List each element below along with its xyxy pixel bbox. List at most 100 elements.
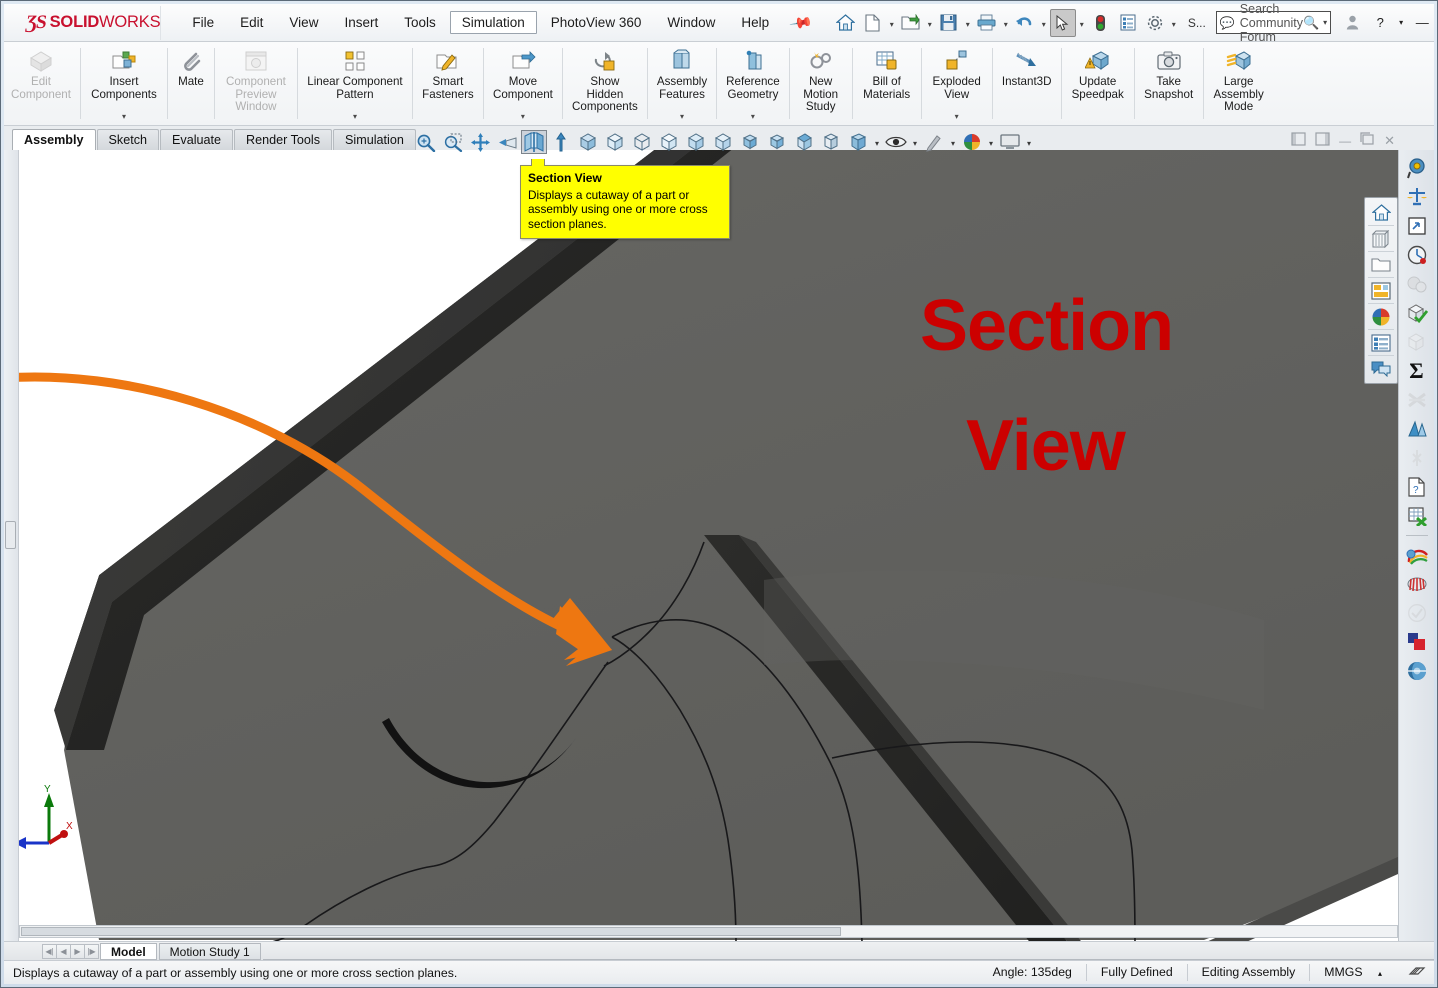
edit-appearance-dropdown-caret[interactable]: ▾: [948, 130, 958, 154]
custom-properties-icon[interactable]: [1368, 330, 1394, 356]
menu-item-window[interactable]: Window: [655, 11, 727, 34]
edit-component-button[interactable]: Edit Component: [4, 42, 78, 125]
assembly-visualization-icon[interactable]: [1404, 271, 1430, 297]
rebuild-status-icon[interactable]: [1088, 9, 1114, 37]
zoom-to-area-icon[interactable]: [440, 130, 466, 154]
nav-next-button[interactable]: ▶: [70, 943, 85, 959]
zoom-to-fit-icon[interactable]: [413, 130, 439, 154]
show-hidden-components-button[interactable]: Show Hidden Components: [565, 42, 645, 125]
3d-model-viewport[interactable]: [4, 150, 1434, 941]
curvature-icon[interactable]: [1404, 387, 1430, 413]
settings-gear-icon[interactable]: [1142, 9, 1168, 37]
nav-first-button[interactable]: ◀|: [42, 943, 57, 959]
open-folder-icon[interactable]: [898, 9, 924, 37]
tab-assembly[interactable]: Assembly: [12, 129, 96, 150]
select-dropdown-caret[interactable]: ▾: [1077, 10, 1087, 36]
restore-doc-icon[interactable]: [1360, 132, 1375, 149]
help-icon[interactable]: ?: [1367, 11, 1393, 35]
large-assembly-mode-button[interactable]: Large Assembly Mode: [1206, 42, 1272, 125]
print-dropdown-caret[interactable]: ▾: [1001, 10, 1011, 36]
view-settings-dropdown-caret[interactable]: ▾: [1024, 130, 1034, 154]
assembly-features-button[interactable]: Assembly Features ▾: [650, 42, 714, 125]
restore-left-pane-icon[interactable]: [1291, 132, 1306, 149]
insert-components-button[interactable]: Insert Components ▾: [83, 42, 165, 125]
reference-geometry-dropdown-caret[interactable]: ▾: [751, 111, 755, 126]
minimize-doc-icon[interactable]: —: [1339, 134, 1351, 148]
search-input[interactable]: 💬 Search Community Forum 🔍 ▾: [1215, 2, 1332, 44]
zebra-stripes-icon[interactable]: [1404, 571, 1430, 597]
shaded-cube-icon[interactable]: [737, 130, 763, 154]
smart-fasteners-button[interactable]: Smart Fasteners: [415, 42, 481, 125]
new-document-icon[interactable]: [860, 9, 886, 37]
display-style-wireframe-icon[interactable]: [629, 130, 655, 154]
sensor-icon[interactable]: [1404, 242, 1430, 268]
new-motion-study-button[interactable]: New Motion Study: [792, 42, 850, 125]
tab-evaluate[interactable]: Evaluate: [160, 129, 234, 150]
export-to-excel-icon[interactable]: [1404, 503, 1430, 529]
search-icon[interactable]: 🔍: [1303, 15, 1319, 31]
horizontal-scrollbar-thumb[interactable]: [21, 927, 841, 936]
move-component-button[interactable]: Move Component ▾: [486, 42, 560, 125]
solidworks-forum-icon[interactable]: [1368, 356, 1394, 381]
minimize-button[interactable]: —: [1409, 11, 1435, 35]
save-icon[interactable]: [936, 9, 962, 37]
shaded-cube-alt-icon[interactable]: [764, 130, 790, 154]
tab-sketch[interactable]: Sketch: [96, 129, 160, 150]
menu-item-help[interactable]: Help: [729, 11, 781, 34]
study-tab-model[interactable]: Model: [100, 942, 157, 960]
status-units[interactable]: MMGS ▴: [1309, 964, 1396, 981]
user-icon[interactable]: [1339, 11, 1365, 35]
compare-documents-icon[interactable]: ?: [1404, 474, 1430, 500]
hide-show-items-icon[interactable]: [845, 130, 871, 154]
undo-icon[interactable]: [1012, 9, 1038, 37]
select-cursor-icon[interactable]: [1049, 8, 1076, 37]
nav-last-button[interactable]: |▶: [84, 943, 99, 959]
graphics-area[interactable]: Section View Y Z X: [4, 150, 1434, 941]
search-dropdown-caret[interactable]: ▾: [1323, 18, 1327, 27]
menu-item-insert[interactable]: Insert: [332, 11, 390, 34]
section-view-icon[interactable]: [521, 130, 547, 154]
exploded-view-dropdown-caret[interactable]: ▾: [955, 111, 959, 126]
curvature-cube-icon[interactable]: [818, 130, 844, 154]
file-explorer-icon[interactable]: [1368, 252, 1394, 278]
color-swatch-icon[interactable]: [1404, 629, 1430, 655]
home-icon[interactable]: [833, 9, 859, 37]
feature-tree-expand-handle[interactable]: [5, 521, 16, 549]
menu-item-photoview360[interactable]: PhotoView 360: [539, 11, 654, 34]
display-style-hidden-lines-removed-icon[interactable]: [602, 130, 628, 154]
mate-button[interactable]: Mate: [170, 42, 212, 125]
insert-components-dropdown-caret[interactable]: ▾: [122, 111, 126, 126]
move-component-dropdown-caret[interactable]: ▾: [521, 111, 525, 126]
pushpin-icon[interactable]: 📌: [789, 10, 815, 36]
apply-scene-icon[interactable]: [959, 130, 985, 154]
nav-prev-button[interactable]: ◀: [56, 943, 71, 959]
bill-of-materials-button[interactable]: Bill of Materials: [855, 42, 919, 125]
help-dropdown-caret[interactable]: ▾: [1395, 11, 1407, 35]
restore-right-pane-icon[interactable]: [1315, 132, 1330, 149]
menu-item-view[interactable]: View: [277, 11, 330, 34]
menu-item-edit[interactable]: Edit: [228, 11, 275, 34]
view-settings-icon[interactable]: [997, 130, 1023, 154]
home-task-icon[interactable]: [1368, 200, 1394, 226]
pan-icon[interactable]: [467, 130, 493, 154]
save-dropdown-caret[interactable]: ▾: [963, 10, 973, 36]
appearances-scenes-icon[interactable]: [1368, 304, 1394, 330]
apply-scene-dropdown-caret[interactable]: ▾: [986, 130, 996, 154]
eye-visibility-icon[interactable]: [883, 130, 909, 154]
take-snapshot-button[interactable]: Take Snapshot: [1137, 42, 1201, 125]
eye-visibility-dropdown-caret[interactable]: ▾: [910, 130, 920, 154]
resize-grip-icon[interactable]: [1408, 964, 1426, 982]
hide-show-items-dropdown-caret[interactable]: ▾: [872, 130, 882, 154]
menu-item-simulation[interactable]: Simulation: [449, 11, 537, 34]
settings-dropdown-caret[interactable]: ▾: [1169, 10, 1179, 36]
menu-item-tools[interactable]: Tools: [392, 11, 448, 34]
equations-icon[interactable]: Σ: [1404, 358, 1430, 384]
interference-detection-icon[interactable]: [1404, 329, 1430, 355]
linear-component-pattern-button[interactable]: Linear Component Pattern ▾: [300, 42, 410, 125]
display-style-hidden-lines-visible-icon[interactable]: [656, 130, 682, 154]
mass-properties-icon[interactable]: [1404, 184, 1430, 210]
open-dropdown-caret[interactable]: ▾: [925, 10, 935, 36]
instant3d-button[interactable]: Instant3D: [995, 42, 1059, 125]
perspective-cube-icon[interactable]: [791, 130, 817, 154]
draft-analysis-icon[interactable]: [1404, 416, 1430, 442]
